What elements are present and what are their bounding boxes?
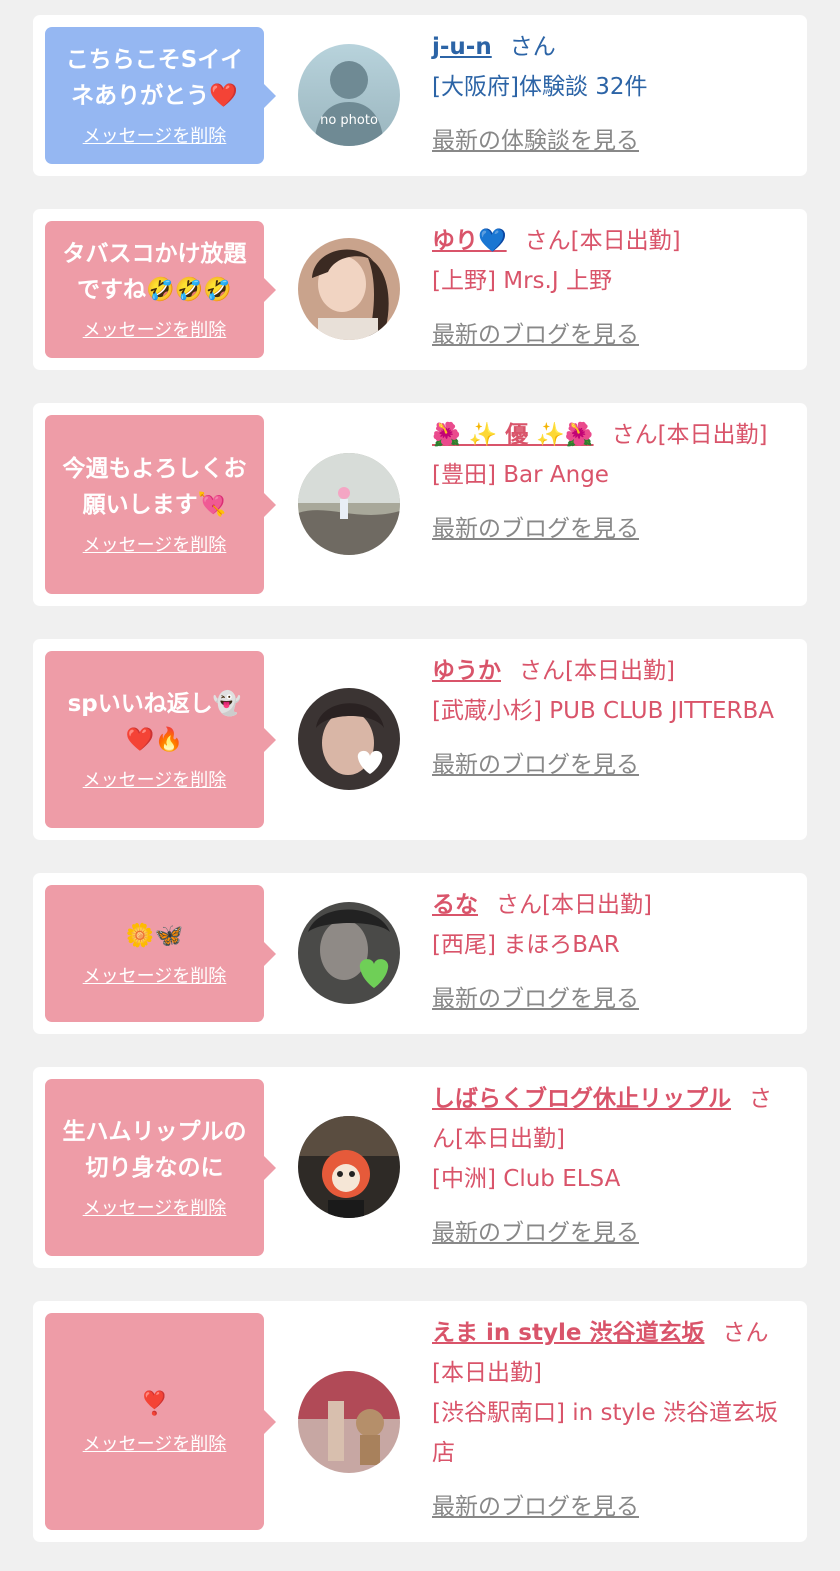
- message-bubble: 生ハムリップルの 切り身なのに メッセージを削除: [45, 1079, 276, 1256]
- honorific: さん: [519, 658, 565, 684]
- avatar[interactable]: [298, 238, 400, 340]
- avatar[interactable]: [298, 453, 400, 555]
- avatar[interactable]: [298, 1371, 400, 1473]
- delete-message-link[interactable]: メッセージを削除: [83, 768, 227, 794]
- latest-link[interactable]: 最新のブログを見る: [432, 509, 794, 549]
- profile-photo: [298, 688, 400, 790]
- message-text: ❣️: [140, 1390, 169, 1417]
- avatar[interactable]: no photo: [298, 44, 400, 146]
- delete-message-link[interactable]: メッセージを削除: [83, 964, 227, 990]
- profile-photo: [298, 902, 400, 1004]
- profile-photo: [298, 453, 400, 555]
- message-list: こちらこそSイイ ネありがとう❤️ メッセージを削除 no photo j-u-…: [0, 0, 840, 1571]
- message-bubble: こちらこそSイイ ネありがとう❤️ メッセージを削除: [45, 27, 276, 164]
- detail-text: [豊田] Bar Ange: [432, 462, 609, 488]
- honorific: さん: [524, 228, 571, 254]
- user-name-link[interactable]: るな: [432, 892, 478, 918]
- info: ゆうか さん[本日出勤] [武蔵小杉] PUB CLUB JITTERBA 最新の…: [432, 651, 794, 785]
- detail-text: [武蔵小杉] PUB CLUB JITTERBA: [432, 698, 774, 724]
- message-text: spいいね返し👻 ❤️🔥: [67, 690, 242, 753]
- avatar[interactable]: [298, 902, 400, 1004]
- message-text: こちらこそSイイ ネありがとう❤️: [65, 46, 244, 109]
- info: 🌺 ✨ 優 ✨🌺 さん[本日出勤] [豊田] Bar Ange 最新のブログを見る: [432, 415, 794, 549]
- status-badge: [本日出勤]: [570, 228, 681, 254]
- delete-message-link[interactable]: メッセージを削除: [83, 318, 227, 344]
- avatar[interactable]: [298, 688, 400, 790]
- user-name-link[interactable]: えま in style 渋谷道玄坂: [432, 1320, 704, 1346]
- message-bubble: 🌼🦋 メッセージを削除: [45, 885, 276, 1022]
- status-badge: [本日出勤]: [542, 892, 652, 918]
- delete-message-link[interactable]: メッセージを削除: [83, 1196, 227, 1222]
- latest-link[interactable]: 最新のブログを見る: [432, 1213, 794, 1253]
- user-name-link[interactable]: しばらくブログ休止リップル: [432, 1086, 731, 1112]
- profile-photo: [298, 238, 400, 340]
- message-text: 🌼🦋: [125, 922, 184, 949]
- delete-message-link[interactable]: メッセージを削除: [83, 533, 227, 559]
- honorific: さん: [509, 34, 556, 60]
- info: るな さん[本日出勤] [西尾] まほろBAR 最新のブログを見る: [432, 885, 794, 1019]
- user-name-link[interactable]: j-u-n: [432, 34, 492, 60]
- status-badge: [本日出勤]: [565, 658, 675, 684]
- message-card: こちらこそSイイ ネありがとう❤️ メッセージを削除 no photo j-u-…: [33, 15, 807, 176]
- no-photo-label: no photo: [320, 113, 378, 128]
- detail-text: [渋谷駅南口] in style 渋谷道玄坂店: [432, 1400, 778, 1466]
- latest-link[interactable]: 最新のブログを見る: [432, 979, 794, 1019]
- message-card: ❣️ メッセージを削除 えま in style 渋谷道玄坂 さん [本日出勤] [渋…: [33, 1301, 807, 1542]
- detail-text: [大阪府]体験談 32件: [432, 74, 648, 100]
- message-text: 今週もよろしくお 願いします💘: [62, 455, 247, 518]
- message-bubble: タバスコかけ放題 ですね🤣🤣🤣 メッセージを削除: [45, 221, 276, 358]
- profile-photo: [298, 1371, 400, 1473]
- message-card: タバスコかけ放題 ですね🤣🤣🤣 メッセージを削除 ゆり💙 さん[本日出勤] [上野…: [33, 209, 807, 370]
- status-badge: [本日出勤]: [455, 1126, 565, 1152]
- message-bubble: spいいね返し👻 ❤️🔥 メッセージを削除: [45, 651, 276, 828]
- detail-text: [西尾] まほろBAR: [432, 932, 620, 958]
- profile-photo: [298, 1116, 400, 1218]
- info: ゆり💙 さん[本日出勤] [上野] Mrs.J 上野 最新のブログを見る: [432, 221, 794, 355]
- avatar[interactable]: [298, 1116, 400, 1218]
- message-card: 🌼🦋 メッセージを削除 るな さん[本日出勤] [西尾] まほろBAR 最新のブロ…: [33, 873, 807, 1034]
- delete-message-link[interactable]: メッセージを削除: [83, 1432, 227, 1458]
- message-text: タバスコかけ放題 ですね🤣🤣🤣: [62, 240, 247, 303]
- message-bubble: 今週もよろしくお 願いします💘 メッセージを削除: [45, 415, 276, 594]
- status-badge: [本日出勤]: [657, 422, 768, 448]
- status-badge: [本日出勤]: [432, 1360, 542, 1386]
- detail-text: [上野] Mrs.J 上野: [432, 268, 612, 294]
- user-name-link[interactable]: ゆり💙: [432, 228, 507, 254]
- message-card: 生ハムリップルの 切り身なのに メッセージを削除 しばらくブログ休止リップル さん…: [33, 1067, 807, 1268]
- info: j-u-n さん [大阪府]体験談 32件 最新の体験談を見る: [432, 27, 794, 161]
- no-photo-icon: no photo: [298, 44, 400, 146]
- latest-link[interactable]: 最新のブログを見る: [432, 315, 794, 355]
- latest-link[interactable]: 最新のブログを見る: [432, 1487, 794, 1527]
- user-name-link[interactable]: ゆうか: [432, 658, 501, 684]
- honorific: さん: [722, 1320, 769, 1346]
- honorific: さん: [611, 422, 658, 448]
- delete-message-link[interactable]: メッセージを削除: [83, 124, 227, 150]
- latest-link[interactable]: 最新の体験談を見る: [432, 121, 794, 161]
- message-card: 今週もよろしくお 願いします💘 メッセージを削除 🌺 ✨ 優 ✨🌺 さん[本日出勤…: [33, 403, 807, 606]
- message-text: 生ハムリップルの 切り身なのに: [62, 1118, 247, 1181]
- message-card: spいいね返し👻 ❤️🔥 メッセージを削除 ゆうか さん[本日出勤] [武蔵小杉]…: [33, 639, 807, 840]
- user-name-link[interactable]: 🌺 ✨ 優 ✨🌺: [432, 422, 594, 448]
- honorific: さん: [496, 892, 542, 918]
- info: しばらくブログ休止リップル さん[本日出勤] [中洲] Club ELSA 最新の…: [432, 1079, 794, 1253]
- info: えま in style 渋谷道玄坂 さん [本日出勤] [渋谷駅南口] in sty…: [432, 1313, 794, 1527]
- detail-text: [中洲] Club ELSA: [432, 1166, 621, 1192]
- message-bubble: ❣️ メッセージを削除: [45, 1313, 276, 1530]
- latest-link[interactable]: 最新のブログを見る: [432, 745, 794, 785]
